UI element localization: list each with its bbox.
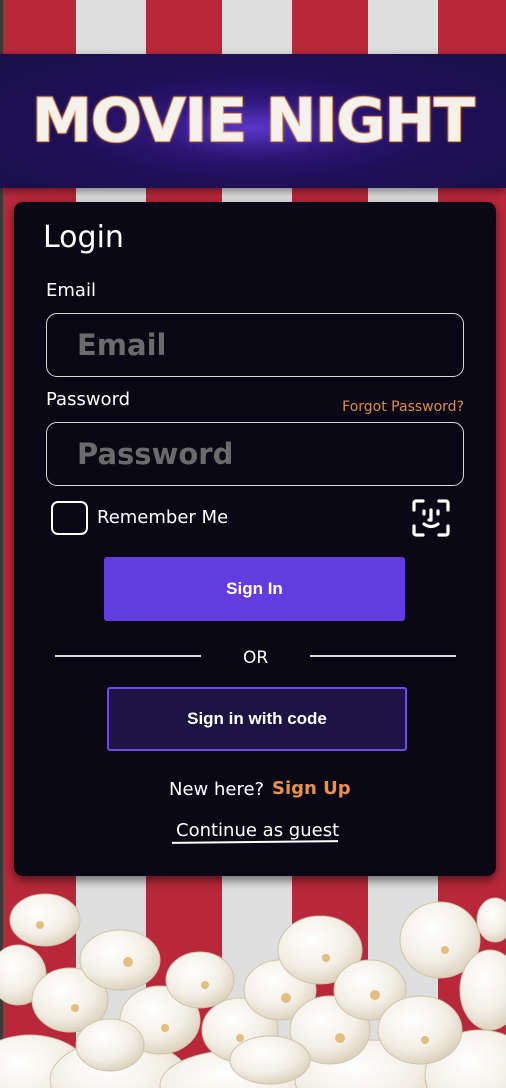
sign-in-button[interactable]: Sign In bbox=[104, 557, 405, 621]
sign-in-with-code-button[interactable]: Sign in with code bbox=[107, 687, 407, 751]
app-title: MOVIE NIGHT bbox=[31, 85, 476, 157]
new-here-text: New here? bbox=[169, 779, 265, 800]
divider-left bbox=[55, 655, 201, 657]
remember-me-checkbox[interactable] bbox=[51, 501, 88, 535]
email-label: Email bbox=[46, 280, 96, 301]
sign-up-link[interactable]: Sign Up bbox=[272, 778, 351, 799]
password-field[interactable] bbox=[46, 422, 464, 486]
remember-me-label: Remember Me bbox=[97, 507, 229, 528]
title-banner: MOVIE NIGHT bbox=[0, 54, 506, 188]
password-label: Password bbox=[46, 389, 131, 410]
email-field[interactable] bbox=[46, 313, 464, 377]
or-separator: OR bbox=[243, 648, 269, 668]
popcorn-illustration bbox=[0, 893, 506, 1088]
forgot-password-link[interactable]: Forgot Password? bbox=[342, 399, 464, 415]
login-card: Login Email Password Forgot Password? Re… bbox=[14, 202, 496, 876]
login-heading: Login bbox=[43, 220, 124, 255]
guest-underline bbox=[171, 840, 339, 844]
divider-right bbox=[310, 655, 456, 657]
face-id-icon[interactable] bbox=[411, 498, 451, 538]
continue-as-guest-link[interactable]: Continue as guest bbox=[176, 820, 339, 841]
